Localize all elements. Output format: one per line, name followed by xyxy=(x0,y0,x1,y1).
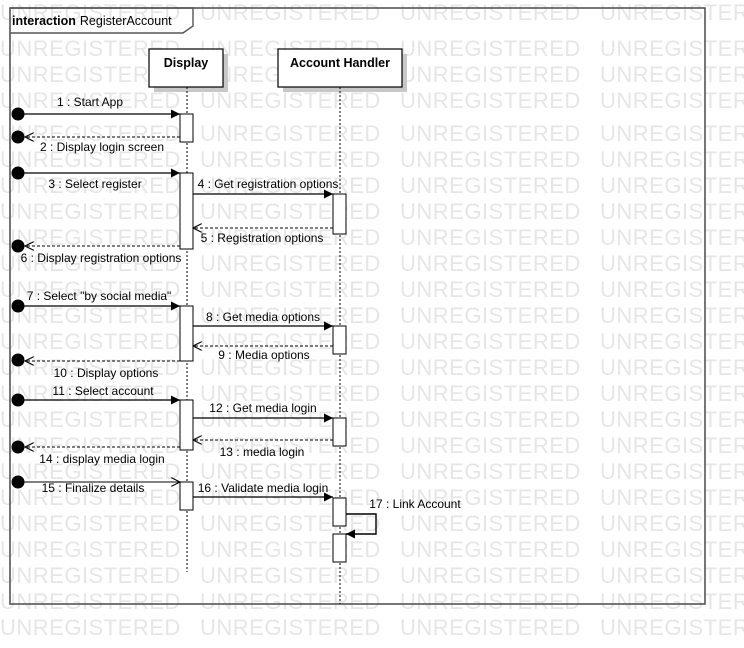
message-16-label: 16 : Validate media login xyxy=(198,481,329,495)
lifeline-display[interactable]: Display xyxy=(148,48,228,92)
message-15-label: 15 : Finalize details xyxy=(42,481,145,495)
message-7-label: 7 : Select "by social media" xyxy=(27,289,172,303)
lifeline-account-handler[interactable]: Account Handler xyxy=(277,48,407,92)
activation-handler-3 xyxy=(332,417,347,447)
message-11-label: 11 : Select account xyxy=(52,384,154,398)
activation-handler-5 xyxy=(332,533,347,563)
message-9-label: 9 : Media options xyxy=(218,348,309,362)
activation-display-3 xyxy=(179,305,194,362)
message-10[interactable]: 10 : Display options xyxy=(25,361,180,380)
frame-name: RegisterAccount xyxy=(80,14,172,28)
activation-handler-1 xyxy=(332,193,347,235)
message-13-label: 13 : media login xyxy=(220,445,305,459)
message-14[interactable]: 14 : display media login xyxy=(25,447,180,466)
message-7[interactable]: 7 : Select "by social media" xyxy=(24,289,180,311)
activation-display-1 xyxy=(179,113,194,143)
message-2[interactable]: 2 : Display login screen xyxy=(25,137,180,154)
frame-title: interaction RegisterAccount xyxy=(12,14,172,28)
activation-handler-2 xyxy=(332,325,347,355)
message-endpoints xyxy=(11,107,25,489)
message-16[interactable]: 16 : Validate media login xyxy=(193,481,333,502)
message-4[interactable]: 4 : Get registration options xyxy=(193,177,339,199)
message-3-label: 3 : Select register xyxy=(48,177,141,191)
frame-keyword: interaction xyxy=(12,14,76,28)
message-6[interactable]: 6 : Display registration options xyxy=(21,246,182,265)
found-dot-7 xyxy=(11,299,25,313)
message-11[interactable]: 11 : Select account xyxy=(24,384,180,405)
message-5[interactable]: 5 : Registration options xyxy=(193,228,333,245)
lost-dot-14 xyxy=(11,440,25,454)
message-15[interactable]: 15 : Finalize details xyxy=(24,481,180,495)
found-dot-3 xyxy=(11,166,25,180)
message-9[interactable]: 9 : Media options xyxy=(193,346,333,362)
message-3[interactable]: 3 : Select register xyxy=(24,168,180,191)
found-dot-1 xyxy=(11,107,25,121)
activation-display-2 xyxy=(179,172,194,250)
message-4-label: 4 : Get registration options xyxy=(198,177,339,191)
activation-display-5 xyxy=(179,481,194,511)
lost-dot-10 xyxy=(11,353,25,367)
message-17-self[interactable]: 17 : Link Account xyxy=(346,497,461,539)
message-1-label: 1 : Start App xyxy=(57,95,123,109)
message-1[interactable]: 1 : Start App xyxy=(24,95,180,119)
message-5-label: 5 : Registration options xyxy=(201,231,324,245)
message-6-label: 6 : Display registration options xyxy=(21,251,182,265)
message-8[interactable]: 8 : Get media options xyxy=(193,310,333,331)
message-12[interactable]: 12 : Get media login xyxy=(193,401,333,423)
found-dot-11 xyxy=(11,393,25,407)
message-17-label: 17 : Link Account xyxy=(369,497,461,511)
message-10-label: 10 : Display options xyxy=(54,366,159,380)
found-dot-15 xyxy=(11,475,25,489)
sequence-diagram: interaction RegisterAccount Display Accou… xyxy=(9,7,706,605)
message-2-label: 2 : Display login screen xyxy=(40,140,164,154)
lost-dot-2 xyxy=(11,130,25,144)
lifeline-account-handler-label: Account Handler xyxy=(290,56,390,70)
activation-display-4 xyxy=(179,399,194,451)
message-14-label: 14 : display media login xyxy=(39,452,164,466)
message-13[interactable]: 13 : media login xyxy=(193,440,333,459)
message-12-label: 12 : Get media login xyxy=(209,401,316,415)
message-8-label: 8 : Get media options xyxy=(206,310,320,324)
activation-handler-4 xyxy=(332,497,347,527)
lifeline-display-label: Display xyxy=(164,56,209,70)
